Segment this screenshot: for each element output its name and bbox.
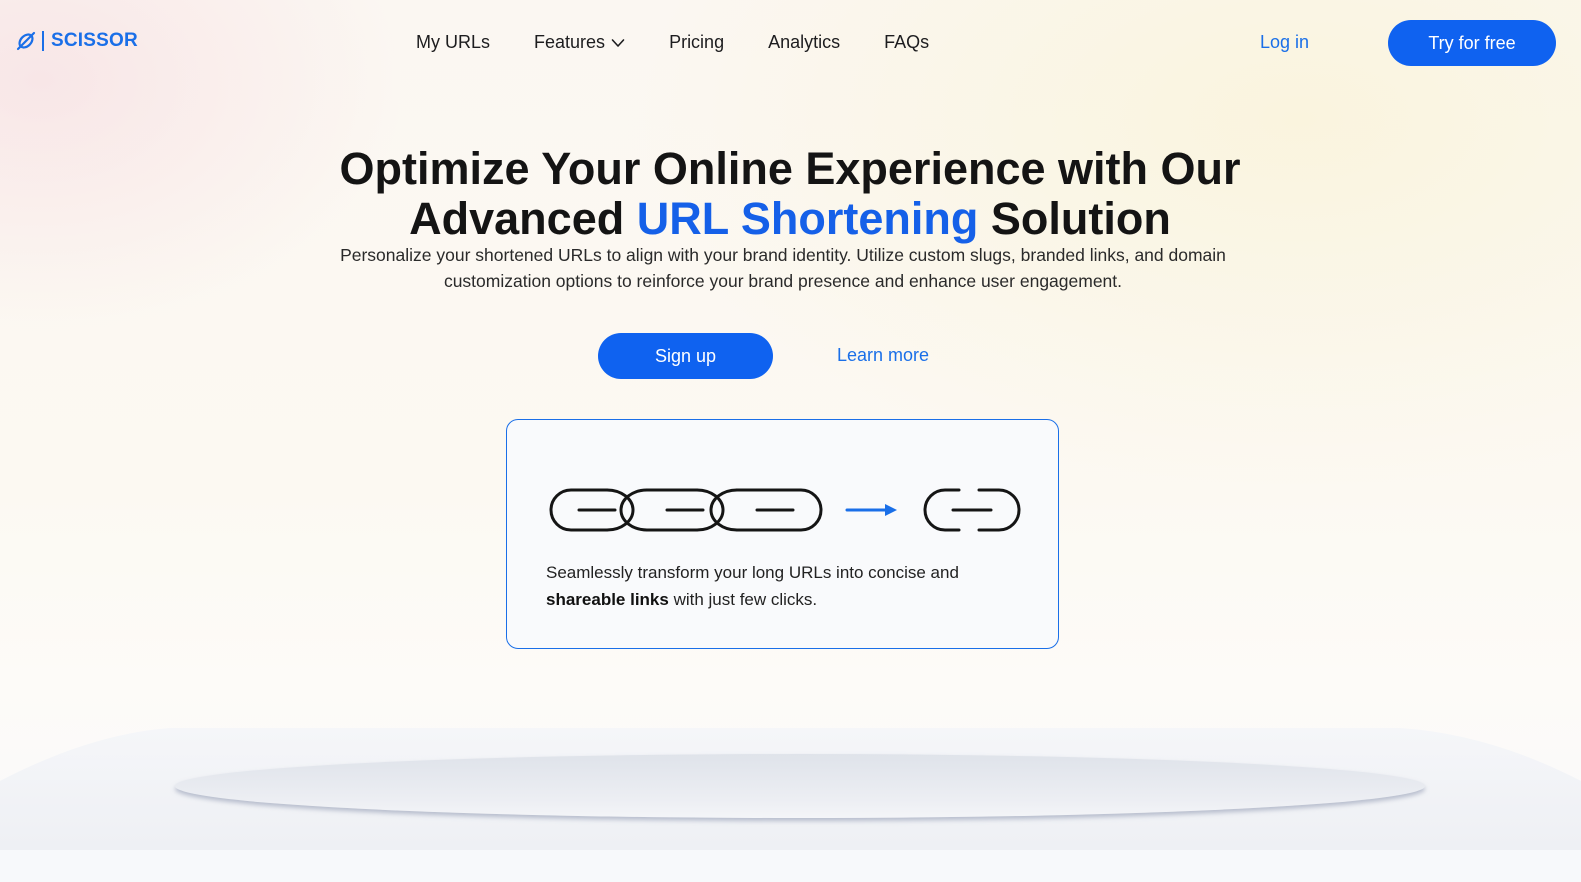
main-nav: My URLs Features Pricing Analytics FAQs	[416, 32, 929, 53]
logo-divider	[42, 31, 44, 51]
nav-item-pricing[interactable]: Pricing	[669, 32, 724, 53]
hero-title-line1: Optimize Your Online Experience with Our	[339, 143, 1241, 194]
feature-card: Seamlessly transform your long URLs into…	[506, 419, 1059, 649]
feature-card-text: Seamlessly transform your long URLs into…	[546, 559, 1016, 613]
nav-item-label: Pricing	[669, 32, 725, 52]
signup-button[interactable]: Sign up	[598, 333, 773, 379]
hero-subtitle: Personalize your shortened URLs to align…	[340, 245, 1226, 291]
nav-item-label: Analytics	[768, 32, 841, 52]
nav-item-label: FAQs	[884, 32, 930, 52]
scissor-link-icon	[16, 31, 36, 51]
try-for-free-button[interactable]: Try for free	[1388, 20, 1556, 66]
hero-title-line2-start: Advanced	[409, 193, 637, 244]
nav-item-analytics[interactable]: Analytics	[768, 32, 840, 53]
nav-item-my-urls[interactable]: My URLs	[416, 32, 490, 53]
decorative-platform	[0, 728, 1581, 851]
nav-item-label: My URLs	[416, 32, 491, 52]
chevron-down-icon	[611, 39, 625, 47]
login-link[interactable]: Log in	[1260, 32, 1309, 53]
nav-item-features[interactable]: Features	[534, 32, 625, 53]
brand-name: SCISSOR	[51, 30, 138, 51]
feature-card-text-start: Seamlessly transform your long URLs into…	[546, 563, 959, 582]
feature-card-text-end: with just few clicks.	[668, 590, 818, 609]
top-navigation-bar: SCISSOR My URLs Features Pricing Analyti…	[0, 0, 1581, 86]
brand-logo[interactable]: SCISSOR	[16, 30, 138, 52]
hero-title-line2-end: Solution	[978, 193, 1171, 244]
long-chain-to-short-link-icon	[549, 488, 1021, 532]
nav-item-label: Features	[534, 32, 606, 52]
feature-card-text-bold: shareable links	[546, 590, 669, 609]
nav-item-faqs[interactable]: FAQs	[884, 32, 929, 53]
learn-more-link[interactable]: Learn more	[837, 345, 929, 366]
hero-title: Optimize Your Online Experience with Our…	[190, 144, 1390, 244]
bottom-strip	[0, 850, 1581, 882]
hero-title-highlight: URL Shortening	[636, 193, 979, 244]
